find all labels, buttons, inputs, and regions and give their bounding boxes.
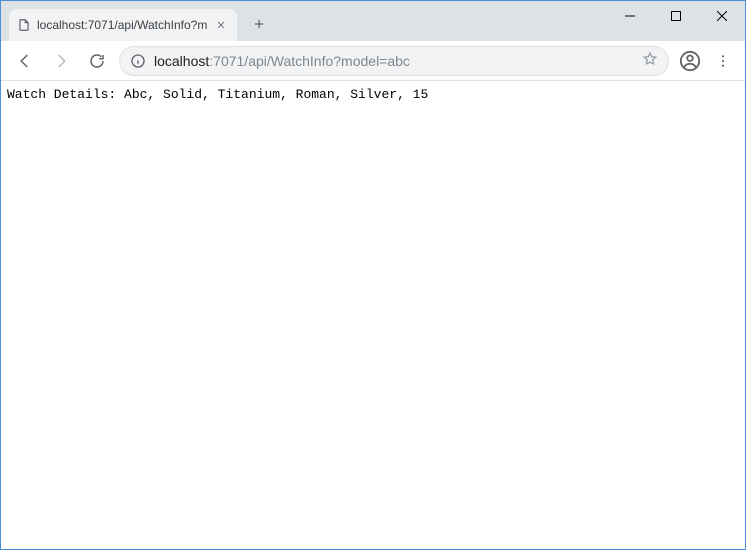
site-info-icon[interactable] (130, 53, 146, 69)
reload-button[interactable] (83, 47, 111, 75)
profile-avatar-icon[interactable] (677, 48, 703, 74)
tab-close-button[interactable] (213, 17, 229, 33)
new-tab-button[interactable] (245, 10, 273, 38)
browser-tab[interactable]: localhost:7071/api/WatchInfo?m (9, 9, 237, 41)
bookmark-star-icon[interactable] (642, 51, 658, 70)
back-button[interactable] (11, 47, 39, 75)
url-text: localhost:7071/api/WatchInfo?model=abc (154, 53, 634, 69)
page-icon (17, 18, 31, 32)
maximize-button[interactable] (653, 1, 699, 31)
tab-title: localhost:7071/api/WatchInfo?m (37, 18, 207, 32)
titlebar: localhost:7071/api/WatchInfo?m (1, 1, 745, 41)
url-rest: :7071/api/WatchInfo?model=abc (209, 53, 410, 69)
window-controls (607, 1, 745, 33)
minimize-button[interactable] (607, 1, 653, 31)
forward-button[interactable] (47, 47, 75, 75)
close-window-button[interactable] (699, 1, 745, 31)
menu-button[interactable] (711, 49, 735, 73)
page-body-text: Watch Details: Abc, Solid, Titanium, Rom… (1, 81, 745, 108)
browser-toolbar: localhost:7071/api/WatchInfo?model=abc (1, 41, 745, 81)
url-host: localhost (154, 53, 209, 69)
address-bar[interactable]: localhost:7071/api/WatchInfo?model=abc (119, 46, 669, 76)
